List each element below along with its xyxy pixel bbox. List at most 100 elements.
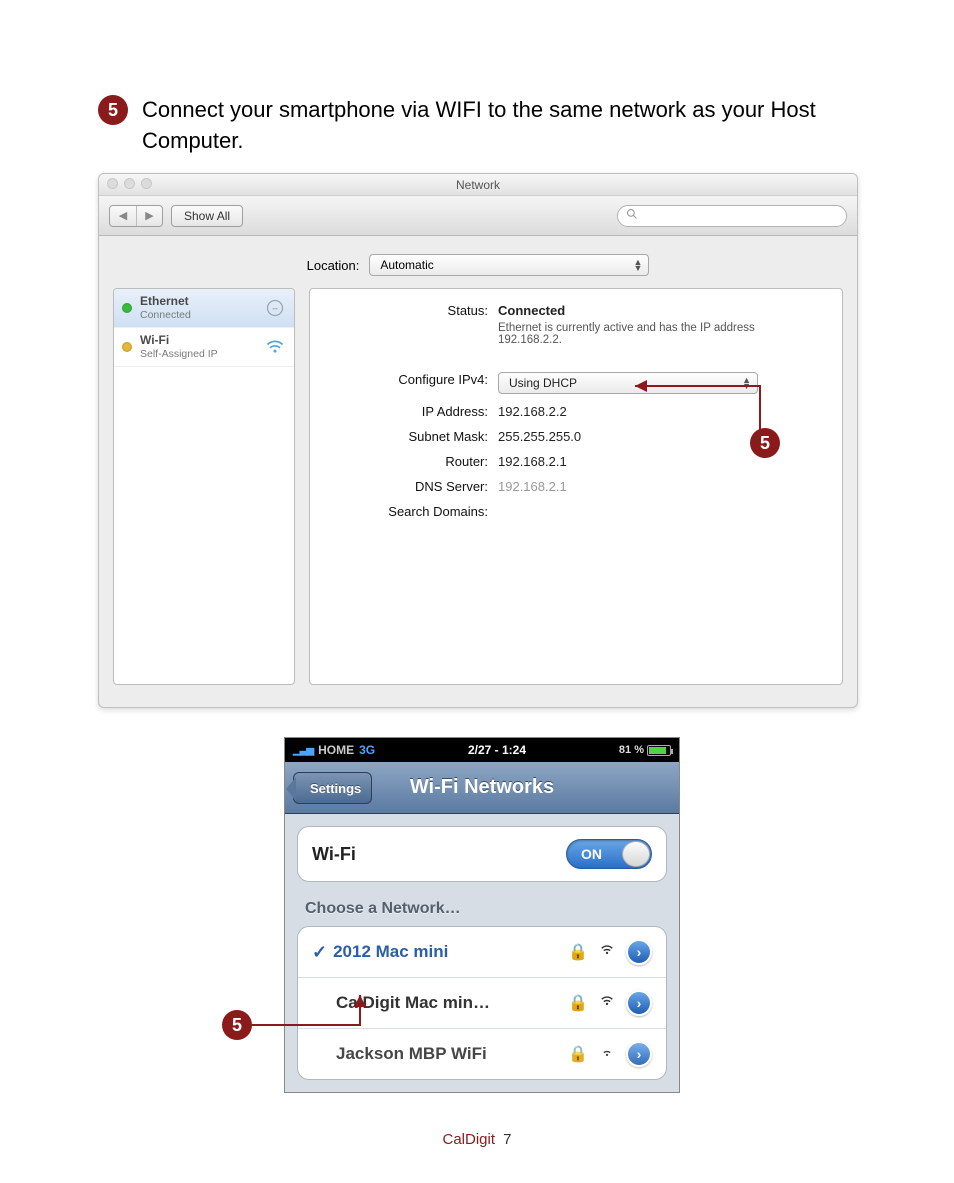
status-label: Status:: [328, 303, 498, 318]
ip-value: 192.168.2.2: [498, 404, 824, 419]
callout-badge-b: 5: [222, 1010, 252, 1040]
network-name-text: CalDigit Mac min…: [336, 993, 490, 1013]
window-titlebar: Network: [99, 174, 857, 196]
chevron-up-down-icon: ▲▼: [633, 259, 642, 271]
wifi-strength-icon: [598, 943, 616, 962]
network-name-text: Jackson MBP WiFi: [336, 1044, 487, 1064]
router-value: 192.168.2.1: [498, 454, 824, 469]
chevron-up-down-icon: ▲▼: [742, 377, 751, 389]
nav-back-button[interactable]: ◀: [110, 206, 136, 226]
status-dot-icon: [122, 303, 132, 313]
wifi-toggle-row: Wi-Fi ON: [298, 827, 666, 881]
wifi-label: Wi-Fi: [312, 844, 356, 865]
nav-back-forward: ◀ ▶: [109, 205, 163, 227]
location-label: Location:: [307, 258, 360, 273]
status-dot-icon: [122, 342, 132, 352]
statusbar-time: 2/27 - 1:24: [468, 743, 526, 757]
status-row: Status: Connected Ethernet is currently …: [328, 303, 824, 346]
mac-body: Ethernet Connected ••• Wi-Fi Self-Assign…: [99, 288, 857, 699]
dns-label: DNS Server:: [328, 479, 498, 494]
ip-row: IP Address: 192.168.2.2: [328, 404, 824, 419]
search-input[interactable]: [617, 205, 847, 227]
wifi-icon: [264, 336, 286, 358]
toggle-knob: [622, 841, 650, 867]
minimize-icon[interactable]: [124, 178, 135, 189]
ios-content: Wi-Fi ON Choose a Network… ✓ 2012 Mac mi…: [285, 814, 679, 1093]
svg-text:•••: •••: [272, 306, 278, 312]
network-row[interactable]: ✓ 2012 Mac mini 🔒 ›: [298, 927, 666, 977]
sidebar-item-text: Wi-Fi Self-Assigned IP: [140, 334, 256, 360]
search-domains-row: Search Domains:: [328, 504, 824, 519]
wifi-toggle-group: Wi-Fi ON: [297, 826, 667, 882]
detail-disclosure-icon[interactable]: ›: [626, 1041, 652, 1067]
configure-value: Using DHCP: [509, 376, 577, 390]
network-row[interactable]: Jackson MBP WiFi 🔒 ›: [298, 1028, 666, 1079]
location-select[interactable]: Automatic ▲▼: [369, 254, 649, 276]
subnet-label: Subnet Mask:: [328, 429, 498, 444]
zoom-icon[interactable]: [141, 178, 152, 189]
dns-value: 192.168.2.1: [498, 479, 824, 494]
network-name: Jackson MBP WiFi: [312, 1044, 487, 1064]
page-footer: CalDigit 7: [0, 1131, 954, 1148]
iphone-screenshot: ▁▃▅ HOME 3G 2/27 - 1:24 81 % Settings Wi…: [284, 737, 680, 1093]
configure-select[interactable]: Using DHCP ▲▼: [498, 372, 758, 394]
window-title: Network: [456, 178, 500, 192]
wifi-strength-icon: [598, 994, 616, 1013]
step-instruction-text: Connect your smartphone via WIFI to the …: [142, 95, 822, 157]
footer-brand: CalDigit: [442, 1131, 495, 1148]
step-number-badge: 5: [98, 95, 128, 125]
back-button[interactable]: Settings: [293, 772, 372, 804]
detail-disclosure-icon[interactable]: ›: [626, 990, 652, 1016]
network-meta: 🔒 ›: [568, 939, 652, 965]
status-description: Ethernet is currently active and has the…: [498, 322, 788, 346]
mac-network-window: Network ◀ ▶ Show All Location: Automatic…: [98, 173, 858, 708]
checkmark-icon: ✓: [312, 942, 327, 963]
battery-icon: [647, 745, 671, 756]
nav-forward-button[interactable]: ▶: [136, 206, 162, 226]
network-list: ✓ 2012 Mac mini 🔒 › CalDigit Mac min… 🔒: [297, 926, 667, 1080]
status-value: Connected: [498, 303, 824, 318]
configure-label: Configure IPv4:: [328, 372, 498, 387]
toggle-on-label: ON: [581, 846, 602, 862]
sidebar-item-ethernet[interactable]: Ethernet Connected •••: [114, 289, 294, 328]
configure-row: Configure IPv4: Using DHCP ▲▼: [328, 372, 824, 394]
carrier-label: HOME: [318, 743, 354, 757]
network-name-text: 2012 Mac mini: [333, 942, 448, 962]
statusbar-right: 81 %: [619, 744, 671, 756]
ip-label: IP Address:: [328, 404, 498, 419]
network-meta: 🔒 ›: [568, 990, 652, 1016]
network-row[interactable]: CalDigit Mac min… 🔒 ›: [298, 977, 666, 1028]
callout-badge-a: 5: [750, 428, 780, 458]
choose-network-header: Choose a Network…: [297, 896, 667, 926]
lock-icon: 🔒: [568, 993, 588, 1013]
sidebar-item-title: Ethernet: [140, 295, 256, 309]
sidebar-item-title: Wi-Fi: [140, 334, 256, 348]
wifi-toggle[interactable]: ON: [566, 839, 652, 869]
show-all-button[interactable]: Show All: [171, 205, 243, 227]
ios-navbar: Settings Wi-Fi Networks: [285, 762, 679, 814]
lock-icon: 🔒: [568, 942, 588, 962]
network-name: ✓ 2012 Mac mini: [312, 942, 448, 963]
network-type: 3G: [359, 743, 375, 757]
detail-pane: Status: Connected Ethernet is currently …: [309, 288, 843, 685]
sidebar-item-text: Ethernet Connected: [140, 295, 256, 321]
status-value-block: Connected Ethernet is currently active a…: [498, 303, 824, 346]
dns-row: DNS Server: 192.168.2.1: [328, 479, 824, 494]
close-icon[interactable]: [107, 178, 118, 189]
search-icon: [626, 208, 638, 223]
sidebar-item-sub: Connected: [140, 309, 256, 321]
window-toolbar: ◀ ▶ Show All: [99, 196, 857, 236]
search-domains-label: Search Domains:: [328, 504, 498, 519]
signal-icon: ▁▃▅: [293, 745, 313, 756]
configure-value-cell: Using DHCP ▲▼: [498, 372, 824, 394]
network-sidebar: Ethernet Connected ••• Wi-Fi Self-Assign…: [113, 288, 295, 685]
detail-disclosure-icon[interactable]: ›: [626, 939, 652, 965]
wifi-strength-icon: [598, 1045, 616, 1064]
location-row: Location: Automatic ▲▼: [99, 236, 857, 288]
step-header: 5 Connect your smartphone via WIFI to th…: [98, 95, 894, 157]
router-row: Router: 192.168.2.1: [328, 454, 824, 469]
ethernet-icon: •••: [264, 297, 286, 319]
network-name: CalDigit Mac min…: [312, 993, 490, 1013]
sidebar-item-wifi[interactable]: Wi-Fi Self-Assigned IP: [114, 328, 294, 367]
router-label: Router:: [328, 454, 498, 469]
